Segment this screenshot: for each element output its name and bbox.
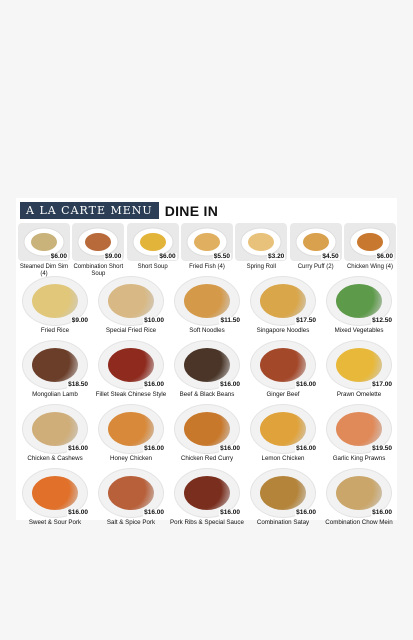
menu-dish: $16.00 Chicken Red Curry: [172, 404, 242, 464]
dish-label: Beef & Black Beans: [179, 391, 235, 398]
dish-price: $16.00: [67, 445, 89, 452]
menu-dish: $17.00 Prawn Omelette: [324, 340, 394, 400]
item-label: Short Soup: [137, 264, 168, 270]
menu-dish: $16.00 Pork Ribs & Special Sauce: [170, 468, 244, 528]
menu-card: A LA CARTE MENU DINE IN $6.00 Steamed Dim…: [16, 198, 397, 526]
small-menu-item: $3.20 Spring Roll: [235, 223, 288, 275]
dish-price: $10.00: [143, 317, 165, 324]
dish-label: Mongolian Lamb: [32, 391, 78, 398]
dish-price: $19.50: [371, 445, 393, 452]
dish-label: Salt & Spice Pork: [106, 519, 156, 526]
menu-dish: $16.00 Fillet Steak Chinese Style: [96, 340, 166, 400]
menu-dish: $16.00 Beef & Black Beans: [172, 340, 242, 400]
dish-price: $11.50: [219, 317, 241, 324]
dish-price: $16.00: [295, 381, 317, 388]
small-menu-item: $4.50 Curry Puff (2): [289, 223, 342, 275]
dish-price: $16.00: [143, 445, 165, 452]
menu-badge: A LA CARTE MENU: [20, 202, 159, 219]
dish-price: $16.00: [371, 509, 393, 516]
item-label: Fried Fish (4): [189, 264, 225, 270]
dish-price: $12.50: [371, 317, 393, 324]
menu-dish: $17.50 Singapore Noodles: [248, 276, 318, 336]
menu-dish: $16.00 Sweet & Sour Pork: [20, 468, 90, 528]
dish-label: Ginger Beef: [266, 391, 300, 398]
dish-price: $16.00: [67, 509, 89, 516]
item-price: $6.00: [49, 253, 68, 260]
dish-price: $16.00: [295, 509, 317, 516]
item-label: Spring Roll: [246, 264, 276, 270]
menu-dish: $16.00 Salt & Spice Pork: [96, 468, 166, 528]
item-label: Curry Puff (2): [297, 264, 334, 270]
dish-label: Sweet & Sour Pork: [28, 519, 82, 526]
dish-label: Soft Noodles: [189, 327, 225, 334]
dish-label: Garlic King Prawns: [332, 455, 386, 462]
menu-dish: $12.50 Mixed Vegetables: [324, 276, 394, 336]
dish-price: $16.00: [143, 509, 165, 516]
dish-price: $18.50: [67, 381, 89, 388]
menu-dish: $18.50 Mongolian Lamb: [20, 340, 90, 400]
dish-price: $9.00: [70, 317, 89, 324]
dish-label: Pork Ribs & Special Sauce: [170, 519, 244, 526]
dish-price: $16.00: [219, 509, 241, 516]
dish-price: $17.00: [371, 381, 393, 388]
dish-label: Singapore Noodles: [256, 327, 310, 334]
small-menu-item: $6.00 Short Soup: [126, 223, 179, 275]
menu-dish: $16.00 Combination Chow Mein: [324, 468, 394, 528]
item-price: $9.00: [104, 253, 123, 260]
dish-label: Mixed Vegetables: [334, 327, 384, 334]
item-price: $4.50: [321, 253, 340, 260]
dish-label: Chicken Red Curry: [180, 455, 234, 462]
menu-dish: $19.50 Garlic King Prawns: [324, 404, 394, 464]
dish-label: Fried Rice: [40, 327, 70, 334]
dish-label: Combination Satay: [256, 519, 310, 526]
dish-label: Fillet Steak Chinese Style: [95, 391, 167, 398]
item-price: $5.50: [212, 253, 231, 260]
item-price: $6.00: [158, 253, 177, 260]
menu-dish: $9.00 Fried Rice: [20, 276, 90, 336]
menu-dish: $16.00 Honey Chicken: [96, 404, 166, 464]
dish-price: $16.00: [219, 445, 241, 452]
dish-label: Special Fried Rice: [105, 327, 157, 334]
small-menu-item: $5.50 Fried Fish (4): [180, 223, 233, 275]
small-items-row: $6.00 Steamed Dim Sim (4) $9.00 Combination…: [18, 223, 396, 277]
dish-label: Lemon Chicken: [261, 455, 305, 462]
item-price: $3.20: [267, 253, 286, 260]
dish-label: Honey Chicken: [110, 455, 152, 462]
item-price: $6.00: [375, 253, 394, 260]
dish-grid: $9.00 Fried Rice $10.00 Special Fried Rice $…: [20, 276, 394, 528]
menu-dish: $10.00 Special Fried Rice: [96, 276, 166, 336]
small-menu-item: $9.00 Combination Short Soup: [72, 223, 125, 277]
dish-label: Prawn Omelette: [336, 391, 382, 398]
small-menu-item: $6.00 Chicken Wing (4): [343, 223, 396, 275]
dish-price: $16.00: [219, 381, 241, 388]
menu-dish: $11.50 Soft Noodles: [172, 276, 242, 336]
dish-price: $16.00: [143, 381, 165, 388]
menu-title: DINE IN: [164, 202, 219, 219]
dish-label: Combination Chow Mein: [325, 519, 393, 526]
menu-dish: $16.00 Lemon Chicken: [248, 404, 318, 464]
dish-price: $16.00: [295, 445, 317, 452]
menu-header: A LA CARTE MENU DINE IN: [20, 202, 218, 219]
dish-price: $17.50: [295, 317, 317, 324]
item-label: Chicken Wing (4): [346, 264, 393, 270]
menu-dish: $16.00 Combination Satay: [248, 468, 318, 528]
dish-label: Chicken & Cashews: [27, 455, 83, 462]
menu-dish: $16.00 Chicken & Cashews: [20, 404, 90, 464]
menu-dish: $16.00 Ginger Beef: [248, 340, 318, 400]
small-menu-item: $6.00 Steamed Dim Sim (4): [18, 223, 70, 277]
